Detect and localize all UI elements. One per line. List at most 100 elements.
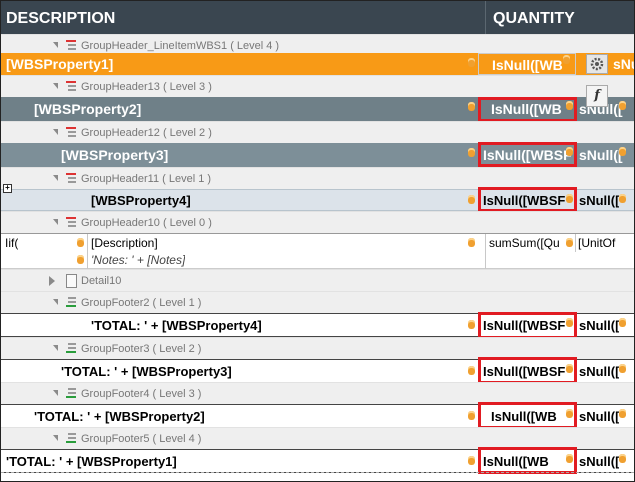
wbsproperty4-field[interactable]: [WBSProperty4] xyxy=(91,193,191,208)
band-label: GroupFooter3 ( Level 2 ) xyxy=(81,343,202,355)
database-field-icon xyxy=(619,101,626,110)
highlight-box xyxy=(478,142,577,167)
expand-arrow-icon[interactable] xyxy=(49,276,55,286)
group-header-icon xyxy=(66,217,76,228)
collapse-arrow-icon[interactable] xyxy=(53,219,58,225)
wbsproperty3-field[interactable]: [WBSProperty3] xyxy=(61,147,168,163)
band-groupheader12[interactable]: GroupHeader12 ( Level 2 ) xyxy=(1,121,634,143)
collapse-arrow-icon[interactable] xyxy=(53,83,58,89)
expression-fx-icon[interactable]: f xyxy=(586,85,608,107)
database-field-icon xyxy=(468,195,475,204)
database-field-icon xyxy=(619,409,626,418)
band-groupfooter3[interactable]: GroupFooter3 ( Level 2 ) xyxy=(1,337,634,359)
group-footer-icon xyxy=(66,433,76,444)
quantity-expression: IsNull([WB xyxy=(492,57,563,73)
quantity-tail: sNull([ xyxy=(579,454,620,469)
page-header-band[interactable]: DESCRIPTION QUANTITY xyxy=(1,1,634,34)
group-header-icon xyxy=(66,173,76,184)
cell-divider xyxy=(485,234,486,270)
collapse-arrow-icon[interactable] xyxy=(53,299,58,305)
collapse-arrow-icon[interactable] xyxy=(53,175,58,181)
total4-expression[interactable]: 'TOTAL: ' + [WBSProperty4] xyxy=(91,318,262,333)
total3-expression[interactable]: 'TOTAL: ' + [WBSProperty3] xyxy=(61,364,232,379)
collapse-arrow-icon[interactable] xyxy=(53,435,58,441)
group-header-icon xyxy=(66,40,76,51)
cell-divider xyxy=(575,234,576,252)
database-field-icon xyxy=(619,318,626,327)
resize-handle-icon[interactable]: + xyxy=(3,184,12,193)
highlight-box xyxy=(478,447,577,474)
description-header: DESCRIPTION xyxy=(6,10,116,27)
band-label: GroupFooter5 ( Level 4 ) xyxy=(81,433,202,445)
group-footer-icon xyxy=(66,388,76,399)
wbsproperty1-field[interactable]: [WBSProperty1] xyxy=(6,56,113,72)
collapse-arrow-icon[interactable] xyxy=(53,345,58,351)
quantity-header: QUANTITY xyxy=(493,10,575,27)
band-label: GroupHeader11 ( Level 1 ) xyxy=(81,173,212,185)
band-detail10[interactable]: Detail10 xyxy=(1,269,634,291)
quantity-tail: sNull([ xyxy=(613,56,634,72)
collapse-arrow-icon[interactable] xyxy=(53,129,58,135)
band-groupfooter4[interactable]: GroupFooter4 ( Level 3 ) xyxy=(1,382,634,404)
group-header-icon xyxy=(66,81,76,92)
quantity-tail: sNull([ xyxy=(579,364,620,379)
database-field-icon xyxy=(77,255,84,264)
database-field-icon xyxy=(468,320,475,329)
group-header-icon xyxy=(66,127,76,138)
highlight-box xyxy=(478,312,577,339)
quantity-tail: sNull([ xyxy=(579,318,620,333)
band-label: GroupHeader10 ( Level 0 ) xyxy=(81,217,212,229)
quantity-tail: sNull([ xyxy=(579,409,620,424)
row-wbsproperty1[interactable]: [WBSProperty1] IsNull([WB sNull([ xyxy=(1,53,634,75)
unitof-field[interactable]: [UnitOf xyxy=(578,236,634,250)
band-label: GroupFooter2 ( Level 1 ) xyxy=(81,297,202,309)
band-groupheader13[interactable]: GroupHeader13 ( Level 3 ) f xyxy=(1,75,634,107)
database-field-icon xyxy=(566,238,573,247)
database-field-icon xyxy=(468,366,475,375)
database-field-icon xyxy=(619,194,626,203)
band-label: Detail10 xyxy=(81,275,122,287)
row-detail-fields[interactable]: Iif( [Description] sumSum([Qu [UnitOf 'N… xyxy=(1,233,634,270)
band-groupheader11[interactable]: GroupHeader11 ( Level 1 ) xyxy=(1,167,634,189)
page-bottom-margin-line xyxy=(1,472,634,473)
band-label: GroupFooter4 ( Level 3 ) xyxy=(81,388,202,400)
sum-quantity-field[interactable]: sumSum([Qu xyxy=(489,236,560,250)
database-field-icon xyxy=(468,238,475,247)
report-designer-surface: DESCRIPTION QUANTITY GroupHeader_LineIte… xyxy=(0,0,635,482)
highlight-box xyxy=(478,187,577,212)
detail-band-icon xyxy=(66,274,77,288)
database-field-icon xyxy=(468,411,475,420)
wbsproperty2-field[interactable]: [WBSProperty2] xyxy=(34,101,141,117)
highlight-box xyxy=(478,402,577,429)
highlight-box xyxy=(478,357,577,384)
database-field-icon xyxy=(468,58,475,67)
database-field-icon xyxy=(563,55,570,64)
gear-icon[interactable] xyxy=(586,54,608,74)
database-field-icon xyxy=(468,102,475,111)
cell-divider xyxy=(87,234,88,270)
collapse-arrow-icon[interactable] xyxy=(53,390,58,396)
band-groupfooter5[interactable]: GroupFooter5 ( Level 4 ) xyxy=(1,427,634,449)
total2-expression[interactable]: 'TOTAL: ' + [WBSProperty2] xyxy=(34,409,205,424)
description-field[interactable]: [Description] xyxy=(91,236,158,250)
collapse-arrow-icon[interactable] xyxy=(53,42,58,48)
database-field-icon xyxy=(619,454,626,463)
band-groupheader10[interactable]: GroupHeader10 ( Level 0 ) xyxy=(1,211,634,233)
band-label: GroupHeader12 ( Level 2 ) xyxy=(81,127,212,139)
database-field-icon xyxy=(468,456,475,465)
iif-expression[interactable]: Iif( xyxy=(5,236,18,250)
database-field-icon xyxy=(468,148,475,157)
highlight-box xyxy=(478,97,577,122)
column-separator xyxy=(485,1,486,34)
database-field-icon xyxy=(619,364,626,373)
group-footer-icon xyxy=(66,343,76,354)
total1-expression[interactable]: 'TOTAL: ' + [WBSProperty1] xyxy=(6,454,177,469)
quantity-tail: sNull([ xyxy=(579,193,620,208)
notes-expression[interactable]: 'Notes: ' + [Notes] xyxy=(91,253,185,267)
database-field-icon xyxy=(77,238,84,247)
band-groupfooter2[interactable]: GroupFooter2 ( Level 1 ) xyxy=(1,291,634,313)
band-label: GroupHeader_LineItemWBS1 ( Level 4 ) xyxy=(81,40,280,52)
quantity-tail: sNull([ xyxy=(579,147,623,163)
band-label: GroupHeader13 ( Level 3 ) xyxy=(81,81,212,93)
quantity-cell-selected[interactable]: IsNull([WB xyxy=(478,53,576,75)
